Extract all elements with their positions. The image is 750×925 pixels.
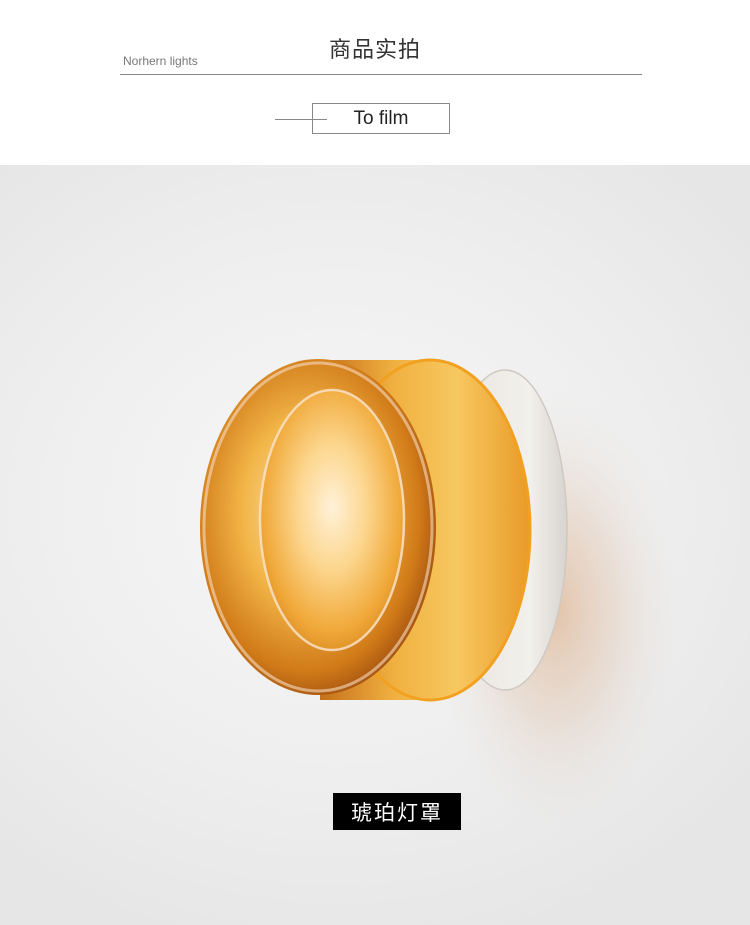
brand-label: Norhern lights <box>123 54 198 68</box>
product-caption: 琥珀灯罩 <box>333 793 461 830</box>
page-title: 商品实拍 <box>328 38 421 63</box>
section-tag: To film <box>312 103 450 134</box>
header-section: 商品实拍 Norhern lights To film <box>0 0 750 165</box>
header-divider <box>120 74 642 75</box>
product-photo: 琥珀灯罩 <box>0 165 750 925</box>
